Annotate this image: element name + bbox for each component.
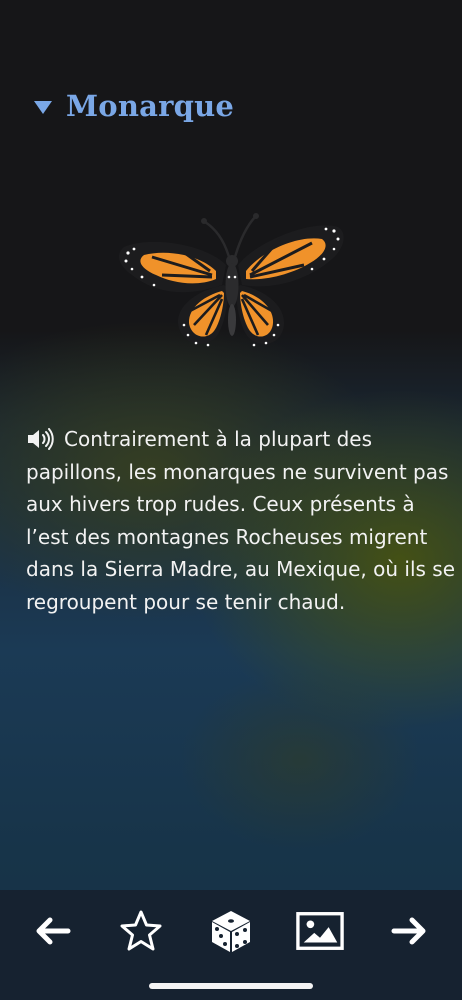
gallery-button[interactable] <box>296 907 344 955</box>
image-icon <box>296 912 344 950</box>
next-button[interactable] <box>386 907 434 955</box>
home-indicator[interactable] <box>149 983 313 989</box>
description-paragraph: Contrairement à la plupart des papillons… <box>26 423 456 618</box>
star-icon <box>120 910 162 951</box>
disclosure-triangle-down-icon[interactable] <box>34 100 52 114</box>
previous-button[interactable] <box>28 907 76 955</box>
arrow-right-icon <box>391 917 426 945</box>
favorite-button[interactable] <box>117 907 165 955</box>
speaker-icon[interactable] <box>26 428 54 450</box>
random-button[interactable] <box>207 907 255 955</box>
dice-icon <box>212 911 250 952</box>
butterfly-illustration <box>118 213 344 347</box>
species-header[interactable]: Monarque <box>34 84 234 128</box>
page-title: Monarque <box>66 89 235 123</box>
description-text: Contrairement à la plupart des papillons… <box>26 427 456 614</box>
arrow-left-icon <box>36 917 71 945</box>
